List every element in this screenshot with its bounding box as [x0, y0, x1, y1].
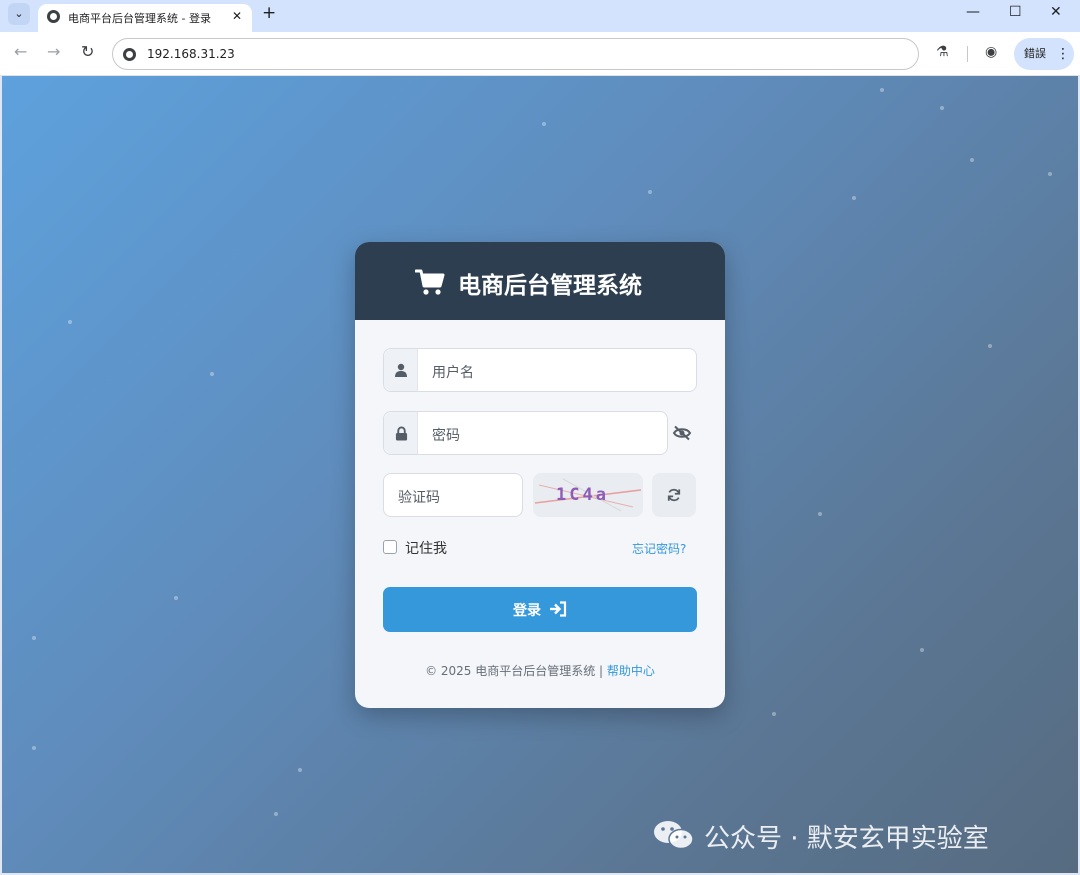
background-particle: [880, 88, 884, 92]
background-particle: [940, 106, 944, 110]
login-title: 电商后台管理系统: [458, 273, 642, 299]
background-particle: [648, 190, 652, 194]
password-field[interactable]: 密码: [383, 411, 668, 455]
browser-toolbar: ← → ↻ 192.168.31.23 ⚗ ◉ 錯誤 ⋮: [0, 32, 1080, 76]
captcha-field[interactable]: 验证码: [383, 473, 523, 517]
url-text[interactable]: 192.168.31.23: [147, 47, 235, 61]
back-icon[interactable]: ←: [14, 42, 27, 61]
login-card-header: 电商后台管理系统: [355, 242, 725, 320]
tab-title: 电商平台后台管理系统 - 登录: [68, 12, 211, 25]
profile-label: 錯誤: [1024, 47, 1046, 60]
password-addon: [384, 412, 418, 454]
login-button-label: 登录: [513, 603, 541, 619]
tab-search-button[interactable]: ⌄: [8, 3, 30, 25]
site-info-icon[interactable]: [123, 48, 136, 61]
background-particle: [210, 372, 214, 376]
reload-icon[interactable]: ↻: [81, 42, 94, 61]
watermark-text: 公众号 · 默安玄甲实验室: [704, 824, 989, 854]
password-input[interactable]: 密码: [432, 425, 460, 445]
background-particle: [542, 122, 546, 126]
captcha-input[interactable]: 验证码: [398, 487, 440, 507]
background-particle: [970, 158, 974, 162]
forward-icon[interactable]: →: [47, 42, 60, 61]
background-particle: [32, 636, 36, 640]
background-particle: [274, 812, 278, 816]
globe-icon: [47, 10, 60, 23]
help-center-link[interactable]: 帮助中心: [607, 664, 655, 678]
background-particle: [988, 344, 992, 348]
tab-close-button[interactable]: ✕: [232, 9, 242, 23]
username-field[interactable]: 用户名: [383, 348, 697, 392]
close-window-icon[interactable]: ✕: [1050, 4, 1062, 20]
login-button[interactable]: 登录: [383, 587, 697, 632]
background-particle: [772, 712, 776, 716]
captcha-text: 1C4a: [556, 485, 609, 505]
background-particle: [818, 512, 822, 516]
wechat-watermark: 公众号 · 默安玄甲实验室: [652, 814, 1052, 854]
profile-button[interactable]: 錯誤 ⋮: [1014, 38, 1074, 70]
address-bar[interactable]: 192.168.31.23: [112, 38, 919, 70]
copyright-text: © 2025 电商平台后台管理系统 |: [425, 664, 607, 678]
sign-in-icon: [550, 601, 567, 617]
wechat-icon: [654, 821, 694, 850]
username-input[interactable]: 用户名: [432, 362, 474, 382]
background-particle: [852, 196, 856, 200]
toolbar-divider: [967, 46, 968, 62]
background-particle: [298, 768, 302, 772]
background-particle: [920, 648, 924, 652]
login-card: 电商后台管理系统 用户名 密码 验证码 1C4a 记住我 忘记密码? 登录 © …: [355, 242, 725, 708]
username-addon: [384, 349, 418, 391]
lock-icon: [395, 426, 408, 441]
cart-icon: [415, 269, 445, 295]
login-footer: © 2025 电商平台后台管理系统 | 帮助中心: [355, 662, 725, 679]
background-particle: [68, 320, 72, 324]
labs-flask-icon[interactable]: ⚗: [936, 44, 949, 60]
background-particle: [1048, 172, 1052, 176]
forgot-password-link[interactable]: 忘记密码?: [632, 540, 686, 557]
remember-me-label[interactable]: 记住我: [405, 538, 447, 558]
user-icon: [395, 363, 407, 377]
eye-slash-icon[interactable]: [672, 425, 692, 441]
refresh-captcha-button[interactable]: [652, 473, 696, 517]
account-icon[interactable]: ◉: [985, 44, 997, 60]
browser-tab[interactable]: 电商平台后台管理系统 - 登录 ✕: [38, 4, 252, 32]
background-particle: [32, 746, 36, 750]
captcha-image[interactable]: 1C4a: [533, 473, 643, 517]
remember-me-checkbox[interactable]: [383, 540, 397, 554]
minimize-icon[interactable]: —: [966, 4, 980, 20]
refresh-icon: [667, 488, 681, 502]
menu-dots-icon[interactable]: ⋮: [1056, 38, 1070, 70]
page-background: 电商后台管理系统 用户名 密码 验证码 1C4a 记住我 忘记密码? 登录 © …: [2, 76, 1078, 873]
browser-tab-bar: ⌄ 电商平台后台管理系统 - 登录 ✕ + — ☐ ✕: [0, 0, 1080, 32]
new-tab-button[interactable]: +: [262, 3, 276, 23]
maximize-icon[interactable]: ☐: [1009, 4, 1022, 20]
background-particle: [174, 596, 178, 600]
